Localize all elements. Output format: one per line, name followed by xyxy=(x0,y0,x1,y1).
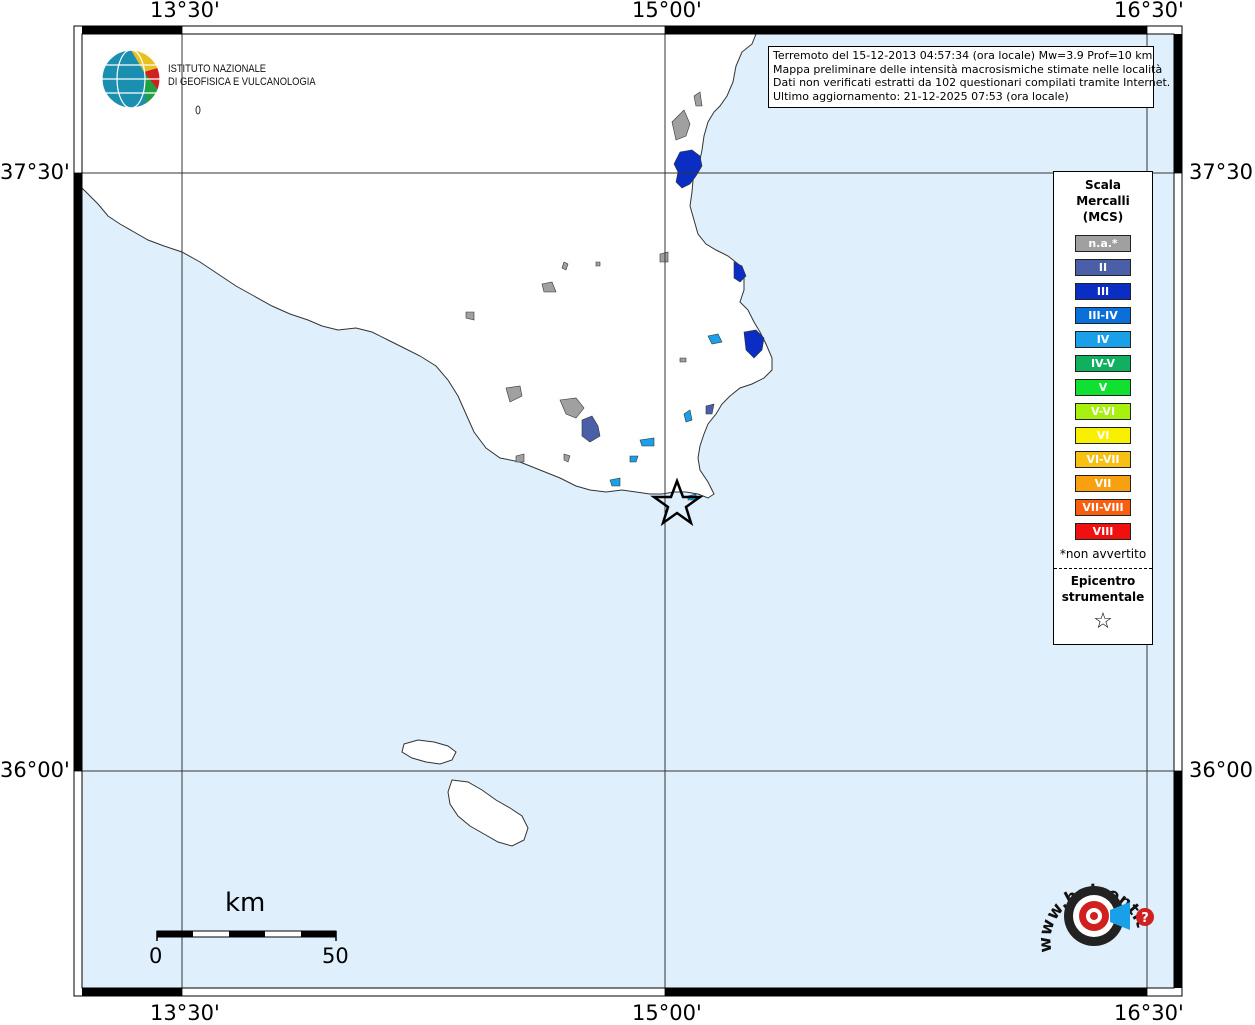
lon-tick-bottom-2: 15°00' xyxy=(632,1001,702,1025)
legend-swatch: VI-VII xyxy=(1075,451,1131,468)
info-line-2: Mappa preliminare delle intensità macros… xyxy=(773,62,1163,76)
legend-swatch: VII-VIII xyxy=(1075,499,1131,516)
ingv-logo-text: ISTITUTO NAZIONALE DI GEOFISICA E VULCAN… xyxy=(168,63,316,89)
legend-star-icon: ☆ xyxy=(1093,609,1113,634)
scale-bar-start: 0 xyxy=(149,944,163,968)
lat-tick-left-1: 37°30' xyxy=(0,160,70,184)
lat-tick-right-2: 36°00' xyxy=(1189,758,1255,782)
legend-note: *non avvertito xyxy=(1059,547,1147,561)
locality-na-10 xyxy=(595,261,601,267)
land-islet xyxy=(195,105,201,115)
legend-title-1: Scala xyxy=(1084,178,1122,192)
ingv-line-2: DI GEOFISICA E VULCANOLOGIA xyxy=(168,76,316,88)
intensity-legend: Scala Mercalli (MCS) n.a.* II III III-IV IV I… xyxy=(1053,171,1153,645)
legend-swatch: V xyxy=(1075,379,1131,396)
legend-swatch: VII xyxy=(1075,475,1131,492)
ingv-globe-icon xyxy=(101,49,161,109)
locality-na-7 xyxy=(659,251,669,263)
scale-bar-end: 50 xyxy=(322,944,349,968)
legend-swatch: IV-V xyxy=(1075,355,1131,372)
legend-epicenter-label: Epicentro strumentale xyxy=(1054,573,1152,605)
lon-tick-bottom-3: 16°30' xyxy=(1114,1001,1184,1025)
legend-epi-1: Epicentro xyxy=(1070,574,1136,588)
scale-bar-unit: km xyxy=(225,888,266,918)
locality-na-11 xyxy=(679,357,687,363)
legend-swatch: III-IV xyxy=(1075,307,1131,324)
haisentito-logo-icon: www.haisentitoilterremoto.it ? xyxy=(1030,860,1154,953)
legend-swatch: n.a.* xyxy=(1075,235,1131,252)
lat-tick-left-2: 36°00' xyxy=(0,758,70,782)
lon-tick-top-1: 13°30' xyxy=(150,0,220,22)
lon-tick-bottom-1: 13°30' xyxy=(150,1001,220,1025)
legend-swatch: II xyxy=(1075,259,1131,276)
info-line-3: Dati non verificati estratti da 102 ques… xyxy=(773,76,1171,89)
info-line-4: Ultimo aggiornamento: 21-12-2025 07:53 (… xyxy=(773,89,1069,103)
legend-title-3: (MCS) xyxy=(1082,210,1124,224)
legend-epi-2: strumentale xyxy=(1061,590,1145,604)
legend-title-2: Mercalli xyxy=(1076,194,1130,208)
legend-swatch: V-VI xyxy=(1075,403,1131,420)
legend-divider xyxy=(1054,568,1152,569)
lon-tick-top-2: 15°00' xyxy=(632,0,702,22)
watermark-badge: ? xyxy=(1141,911,1149,926)
info-box: Terremoto del 15-12-2013 04:57:34 (ora l… xyxy=(768,46,1171,108)
lon-tick-top-3: 16°30' xyxy=(1114,0,1184,22)
ingv-line-1: ISTITUTO NAZIONALE xyxy=(168,63,267,75)
legend-title: Scala Mercalli (MCS) xyxy=(1054,177,1152,225)
info-line-1: Terremoto del 15-12-2013 04:57:34 (ora l… xyxy=(773,49,1153,62)
lat-tick-right-1: 37°30' xyxy=(1189,160,1255,184)
legend-swatch: VI xyxy=(1075,427,1131,444)
legend-swatch: VIII xyxy=(1075,523,1131,540)
legend-swatches: n.a.* II III III-IV IV IV-V V V-VI VI VI-VII VII VI… xyxy=(1054,235,1152,540)
legend-swatch: III xyxy=(1075,283,1131,300)
legend-swatch: IV xyxy=(1075,331,1131,348)
